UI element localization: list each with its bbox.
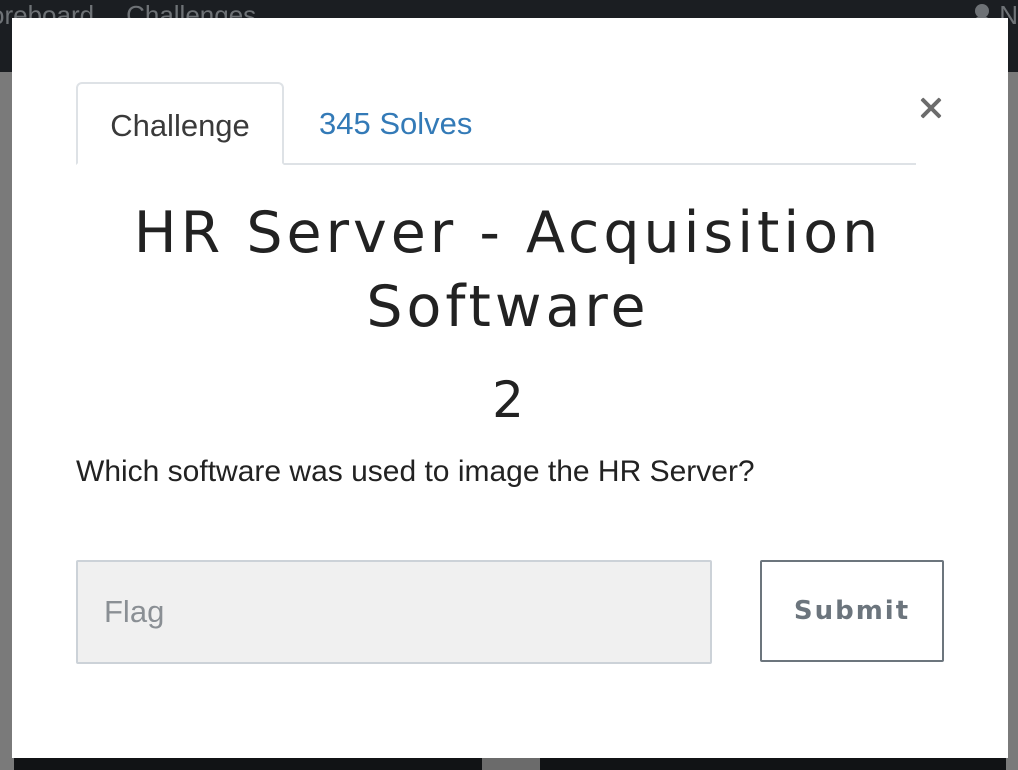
tab-challenge[interactable]: Challenge [76, 82, 284, 165]
backdrop-card-right [540, 758, 1006, 770]
tab-solves[interactable]: 345 Solves [286, 82, 505, 165]
challenge-value: 2 [492, 371, 524, 429]
submit-button[interactable]: Submit [760, 560, 944, 662]
challenge-description: Which software was used to image the HR … [76, 455, 755, 488]
challenge-title: HR Server - Acquisition Software [133, 200, 883, 340]
backdrop-gap [482, 758, 540, 770]
flag-input[interactable] [76, 560, 712, 664]
backdrop-card-left [14, 758, 482, 770]
modal-tabs: Challenge 345 Solves [76, 82, 916, 165]
close-icon[interactable] [916, 93, 946, 123]
challenge-modal: Challenge 345 Solves HR Server - Acquisi… [12, 18, 1008, 758]
backdrop-left [0, 72, 12, 770]
